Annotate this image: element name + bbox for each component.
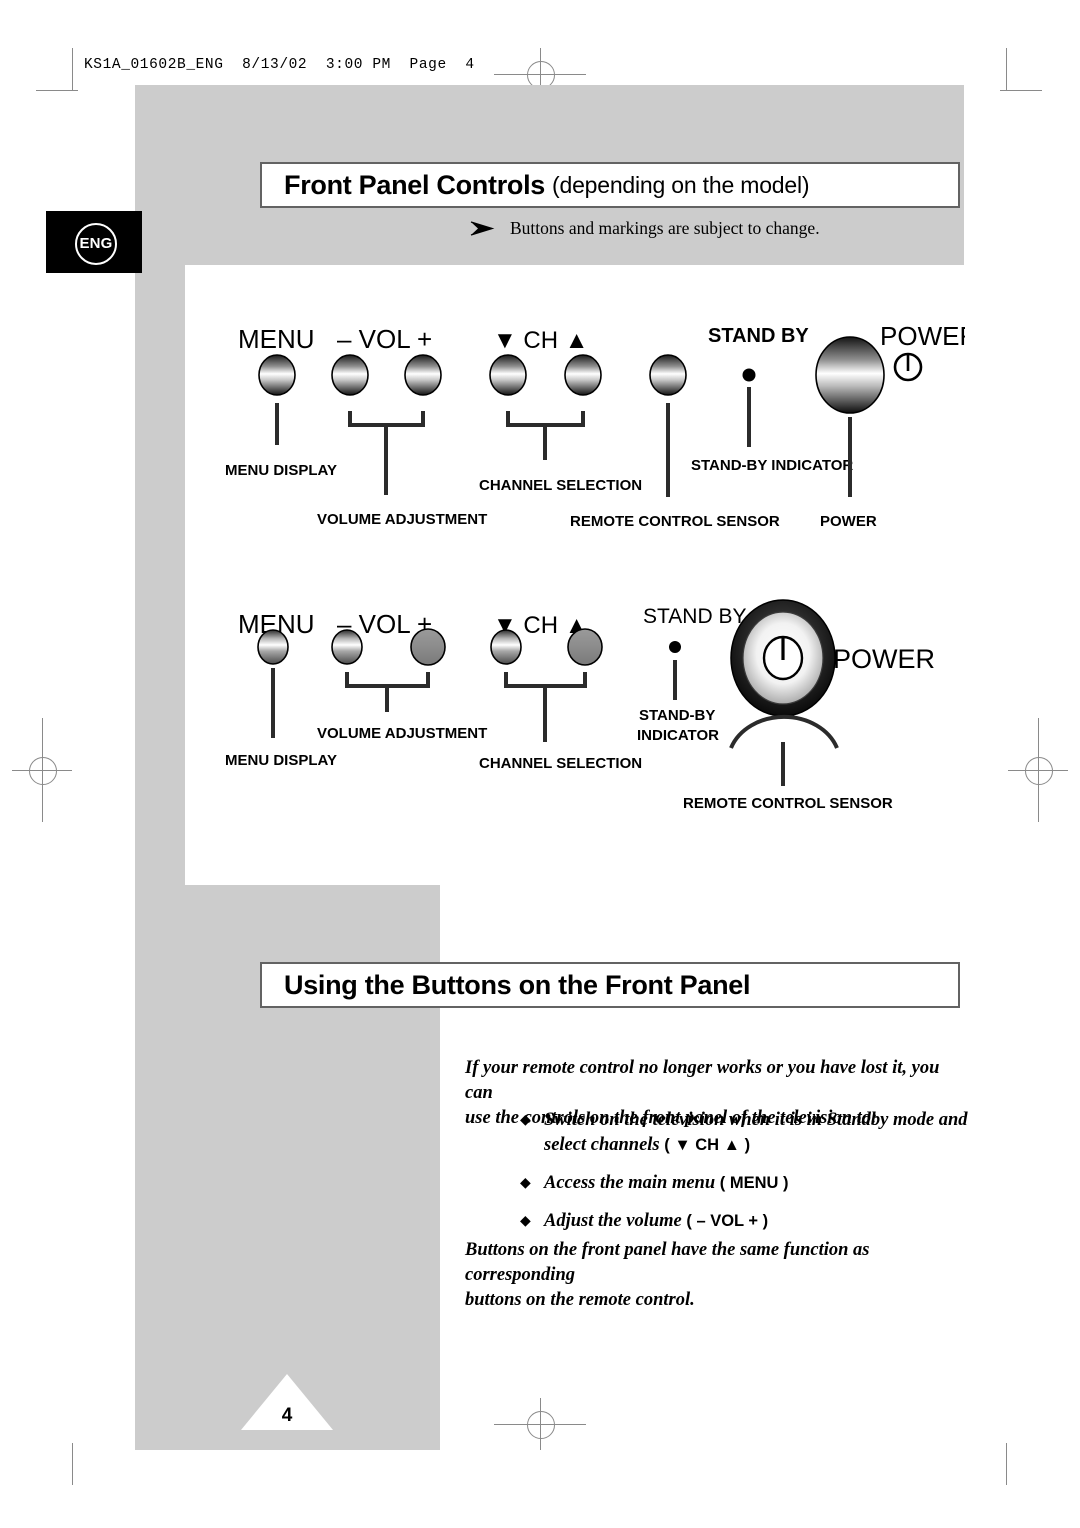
section-heading-using-buttons: Using the Buttons on the Front Panel xyxy=(260,962,960,1008)
bullet-1-line-1: Switch on the television when it is in S… xyxy=(544,1110,968,1130)
section-title-sub: (depending on the model) xyxy=(552,171,810,198)
bullet-3-button-ref: ( – VOL + ) xyxy=(686,1212,769,1230)
note-row: Buttons and markings are subject to chan… xyxy=(470,218,820,239)
bullet-text-3: Adjust the volume ( – VOL + ) xyxy=(544,1209,768,1234)
diagram1-label-ch: ▼ CH ▲ xyxy=(493,327,589,354)
diagram1-callout-remote-sensor: REMOTE CONTROL SENSOR xyxy=(570,513,780,530)
diagram1-bracket-volume xyxy=(348,411,425,427)
diagram2-bracket-channel xyxy=(504,672,587,688)
arrow-bullet-icon xyxy=(470,220,495,236)
diagram2-callout-channel-selection: CHANNEL SELECTION xyxy=(479,755,642,772)
diagram1-remote-sensor xyxy=(649,354,687,396)
page-number-label: 4 xyxy=(281,1405,293,1426)
diagram2-standby-led xyxy=(669,641,681,653)
diagram1-button-ch-up xyxy=(564,354,602,396)
section2-title-main: Using the Buttons on the Front Panel xyxy=(284,969,751,1000)
front-panel-diagram-1: MENU – VOL + ▼ CH ▲ STAND BY POWER MENU … xyxy=(225,305,965,530)
diamond-bullet-icon: ◆ xyxy=(520,1113,531,1128)
closing-line-1: Buttons on the front panel have the same… xyxy=(465,1240,870,1285)
closing-line-2: buttons on the remote control. xyxy=(465,1290,695,1310)
diagram2-callout-standby: STAND-BY xyxy=(639,707,715,724)
diagram1-button-vol-up xyxy=(404,354,442,396)
diagram1-bracket-channel xyxy=(506,411,585,427)
intro-line-1: If your remote control no longer works o… xyxy=(465,1058,940,1103)
diagram1-callout-channel-selection: CHANNEL SELECTION xyxy=(479,477,642,494)
diagram1-label-standby: STAND BY xyxy=(708,325,809,347)
diagram1-callout-volume-adjustment: VOLUME ADJUSTMENT xyxy=(317,511,487,528)
diagram1-callout-standby-indicator: STAND-BY INDICATOR xyxy=(691,457,853,474)
crop-mark-top-right xyxy=(1006,48,1007,90)
diagram2-callout-menu-display: MENU DISPLAY xyxy=(225,752,337,769)
crop-rule-left-upper xyxy=(36,90,78,91)
bullet-text-1: Switch on the television when it is in S… xyxy=(544,1108,968,1158)
bullet-3-line-1: Adjust the volume xyxy=(544,1211,682,1231)
diagram2-button-ch-up xyxy=(567,628,603,666)
crop-rule-right-upper xyxy=(1000,90,1042,91)
diagram1-callout-menu-display: MENU DISPLAY xyxy=(225,462,337,479)
registration-mark-bottom xyxy=(494,1398,586,1450)
diagram2-button-vol-down xyxy=(331,629,363,665)
diamond-bullet-icon: ◆ xyxy=(520,1214,531,1229)
diagram1-button-ch-down xyxy=(489,354,527,396)
crop-mark-bottom-right xyxy=(1006,1443,1007,1485)
diagram2-button-ch-down xyxy=(490,629,522,665)
diagram1-button-vol-down xyxy=(331,354,369,396)
front-panel-diagram-2: MENU – VOL + ▼ CH ▲ STAND BY POWER MENU … xyxy=(225,590,965,820)
section-title-main: Front Panel Controls xyxy=(284,169,546,200)
list-item: ◆ Adjust the volume ( – VOL + ) xyxy=(520,1209,980,1234)
manual-page: KS1A_01602B_ENG 8/13/02 3:00 PM Page 4 E… xyxy=(0,0,1080,1528)
closing-paragraph: Buttons on the front panel have the same… xyxy=(465,1238,965,1313)
diagram2-callout-remote-sensor: REMOTE CONTROL SENSOR xyxy=(683,795,893,812)
diagram2-button-vol-up xyxy=(410,628,446,666)
crop-mark-bottom-left xyxy=(72,1443,73,1485)
bullet-1-line-2: select channels xyxy=(544,1135,660,1155)
bullet-2-line-1: Access the main menu xyxy=(544,1173,716,1193)
diamond-bullet-icon: ◆ xyxy=(520,1176,531,1191)
diagram1-label-menu: MENU xyxy=(238,324,315,354)
diagram1-button-power xyxy=(815,336,885,414)
diagram1-callout-power: POWER xyxy=(820,513,877,530)
diagram2-callout-volume-adjustment: VOLUME ADJUSTMENT xyxy=(317,725,487,742)
bullet-list: ◆ Switch on the television when it is in… xyxy=(520,1108,980,1247)
diagram2-button-menu xyxy=(257,629,289,665)
bullet-1-button-ref: ( ▼ CH ▲ ) xyxy=(664,1136,751,1154)
bullet-text-2: Access the main menu ( MENU ) xyxy=(544,1171,789,1196)
diagram2-callout-indicator: INDICATOR xyxy=(637,727,719,744)
page-slug: KS1A_01602B_ENG 8/13/02 3:00 PM Page 4 xyxy=(84,57,475,73)
diagram1-label-vol: – VOL + xyxy=(337,324,432,354)
diagram1-label-power: POWER xyxy=(880,321,965,351)
diagram2-bracket-volume xyxy=(345,672,430,688)
crop-mark-top-left xyxy=(72,48,73,90)
diagram2-label-power: POWER xyxy=(833,644,935,674)
front-panel-diagram-2-svg: MENU – VOL + ▼ CH ▲ STAND BY POWER MENU … xyxy=(225,599,935,812)
list-item: ◆ Switch on the television when it is in… xyxy=(520,1108,980,1158)
bullet-2-button-ref: ( MENU ) xyxy=(719,1174,789,1192)
diagram1-button-menu xyxy=(258,354,296,396)
list-item: ◆ Access the main menu ( MENU ) xyxy=(520,1171,980,1196)
registration-mark-right xyxy=(1008,718,1068,822)
front-panel-diagram-1-svg: MENU – VOL + ▼ CH ▲ STAND BY POWER MENU … xyxy=(225,321,965,530)
language-tab: ENG xyxy=(46,211,142,273)
diagram2-label-standby: STAND BY xyxy=(643,605,746,628)
note-text: Buttons and markings are subject to chan… xyxy=(510,218,820,238)
registration-mark-left xyxy=(12,718,72,822)
diagram1-standby-led xyxy=(742,368,756,382)
language-tab-label: ENG xyxy=(75,223,117,265)
section-heading-front-panel-controls: Front Panel Controls (depending on the m… xyxy=(260,162,960,208)
